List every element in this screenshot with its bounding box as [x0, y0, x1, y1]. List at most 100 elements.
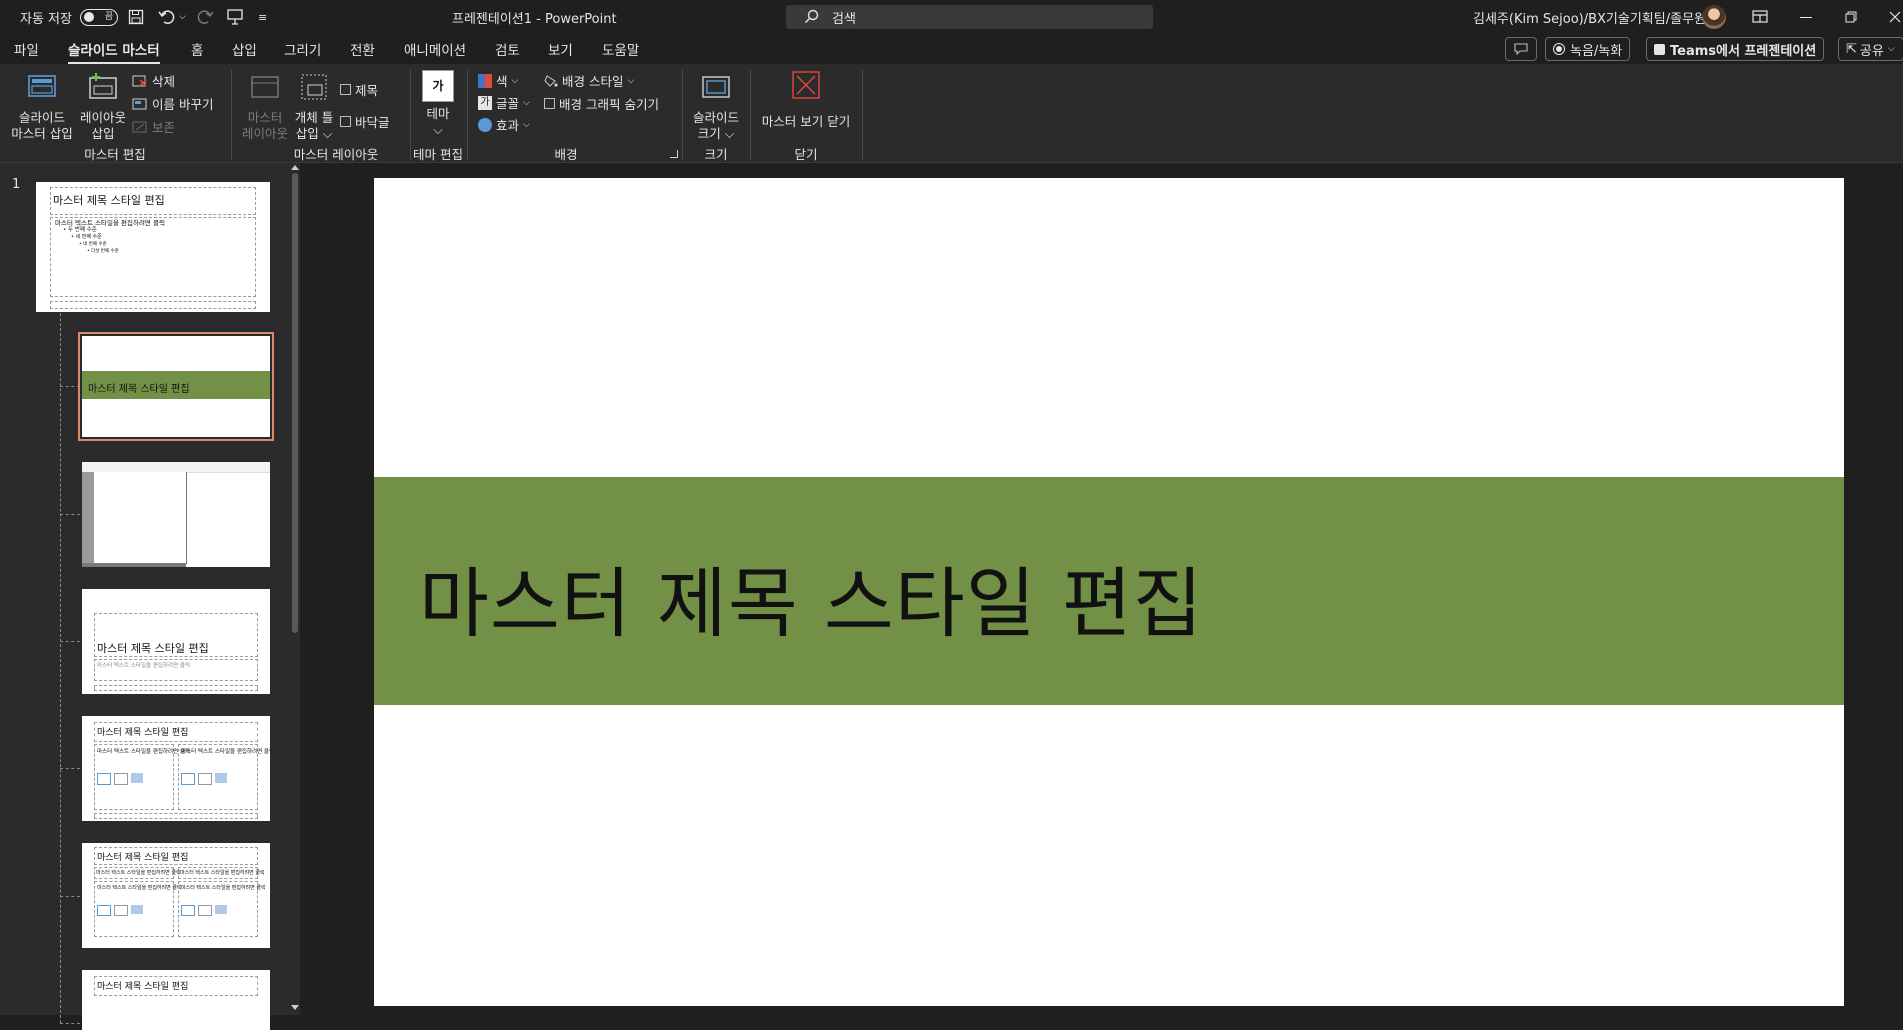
slide-thumbnail-pane: 1 마스터 제목 스타일 편집 마스터 텍스트 스타일을 편집하려면 클릭 • …	[0, 163, 300, 1030]
layout-thumbnail-two-content[interactable]: 마스터 제목 스타일 편집 마스터 텍스트 스타일을 편집하려면 클릭 마스터 …	[82, 716, 270, 821]
effects-button[interactable]: 효과 ⌵	[478, 115, 530, 134]
hide-background-graphics-checkbox[interactable]: 배경 그래픽 숨기기	[544, 94, 659, 113]
undo-icon[interactable]	[158, 0, 176, 34]
slide-title-placeholder[interactable]: 마스터 제목 스타일 편집	[419, 542, 1204, 652]
tab-view[interactable]: 보기	[548, 39, 573, 59]
scroll-up-icon[interactable]	[291, 165, 299, 170]
layout-thumbnail-comparison[interactable]: 마스터 제목 스타일 편집 마스터 텍스트 스타일을 편집하려면 클릭 마스터 …	[82, 843, 270, 948]
share-button[interactable]: ⇱ 공유 ⌵	[1838, 37, 1903, 61]
preserve-button[interactable]: 보존	[132, 117, 175, 136]
insert-layout-button[interactable]: 레이아웃 삽입	[76, 72, 130, 142]
user-name[interactable]: 김세주(Kim Sejoo)/BX기술기획팀/졸무원	[1473, 0, 1706, 34]
title-checkbox[interactable]: 제목	[340, 80, 378, 99]
insert-slide-master-button[interactable]: 슬라이드 마스터 삽입	[6, 72, 78, 142]
master-layout-icon	[251, 76, 279, 98]
title-bar: 자동 저장 끔 ⌵ ≡ 프레젠테이션1 - PowerPoint 검색 김세주(…	[0, 0, 1903, 34]
record-icon	[1553, 43, 1565, 55]
autosave-toggle[interactable]: 끔	[80, 0, 118, 34]
ribbon-separator	[862, 70, 863, 160]
insert-placeholder-button[interactable]: 개체 틀 삽입 ⌵	[292, 72, 336, 142]
background-styles-button[interactable]: 배경 스타일 ⌵	[544, 71, 634, 90]
themes-button[interactable]: 가 테마 ⌵	[416, 70, 460, 138]
ribbon-tabs: 파일 슬라이드 마스터 홈 삽입 그리기 전환 애니메이션 검토 보기 도움말 …	[0, 34, 1903, 65]
tab-help[interactable]: 도움말	[602, 39, 639, 59]
slide-number: 1	[12, 177, 21, 192]
colors-button[interactable]: 색 ⌵	[478, 71, 518, 90]
slide-master-icon	[28, 75, 56, 97]
ribbon: 슬라이드 마스터 삽입 레이아웃 삽입 삭제 이름 바꾸기 보존 마스터 편집 마스…	[0, 64, 1903, 163]
preserve-icon	[132, 121, 147, 132]
record-button[interactable]: 녹음/녹화	[1545, 37, 1631, 61]
rename-button[interactable]: 이름 바꾸기	[132, 94, 213, 113]
comparison-thumbnail-title: 마스터 제목 스타일 편집	[97, 853, 189, 863]
document-title: 프레젠테이션1 - PowerPoint	[452, 11, 617, 27]
tab-home[interactable]: 홈	[191, 39, 203, 59]
delete-button[interactable]: 삭제	[132, 71, 175, 90]
tab-file[interactable]: 파일	[14, 39, 39, 59]
close-master-view-button[interactable]: 마스터 보기 닫기	[756, 70, 856, 130]
tab-draw[interactable]: 그리기	[284, 39, 321, 59]
slideshow-icon[interactable]	[226, 0, 244, 34]
group-label-master-layout: 마스터 레이아웃	[293, 147, 379, 162]
layout-thumbnail-title-only[interactable]: 마스터 제목 스타일 편집	[82, 970, 270, 1030]
ribbon-display-icon[interactable]	[1752, 0, 1768, 34]
avatar[interactable]	[1702, 0, 1726, 34]
group-label-master-edit: 마스터 편집	[84, 147, 146, 162]
slide[interactable]: 마스터 제목 스타일 편집	[374, 178, 1844, 1006]
hide-bg-checkbox-box[interactable]	[544, 98, 555, 109]
master-thumbnail-title: 마스터 제목 스타일 편집	[53, 194, 165, 207]
teams-present-button[interactable]: Teams에서 프레젠테이션	[1646, 37, 1825, 61]
save-icon[interactable]	[128, 0, 144, 34]
scrollbar-thumb[interactable]	[292, 173, 298, 633]
title-checkbox-box[interactable]	[340, 84, 351, 95]
tab-insert[interactable]: 삽입	[232, 39, 257, 59]
fonts-button[interactable]: 가 글꼴 ⌵	[478, 93, 530, 112]
undo-dropdown-icon[interactable]: ⌵	[179, 0, 186, 34]
layout-thumbnail-section[interactable]: 마스터 제목 스타일 편집 마스터 텍스트 스타일을 편집하려면 클릭	[82, 589, 270, 694]
slide-size-button[interactable]: 슬라이드 크기 ⌵	[688, 72, 744, 142]
comparison-left-text: 마스터 텍스트 스타일을 편집하려면 클릭	[97, 885, 182, 891]
tab-transitions[interactable]: 전환	[350, 39, 375, 59]
customize-toolbar-icon[interactable]: ≡	[258, 0, 267, 34]
placeholder-icon	[301, 74, 327, 100]
search-input[interactable]: 검색	[786, 5, 1153, 29]
master-thumbnail-body-line: • 네 번째 수준	[79, 242, 107, 247]
close-master-icon	[792, 71, 820, 99]
master-thumbnail[interactable]: 마스터 제목 스타일 편집 마스터 텍스트 스타일을 편집하려면 클릭 • 두 …	[36, 182, 270, 312]
two-content-left-text: 마스터 텍스트 스타일을 편집하려면 클릭	[97, 749, 191, 755]
close-window-icon[interactable]	[1889, 0, 1901, 34]
scroll-down-icon[interactable]	[291, 1005, 299, 1010]
restore-icon[interactable]	[1845, 0, 1857, 34]
section-thumbnail-title: 마스터 제목 스타일 편집	[97, 642, 209, 655]
footer-checkbox[interactable]: 바닥글	[340, 112, 390, 131]
layout-thumbnail-content[interactable]	[82, 462, 270, 567]
tab-slide-master[interactable]: 슬라이드 마스터	[68, 39, 160, 65]
comment-icon	[1514, 43, 1528, 55]
footer-checkbox-box[interactable]	[340, 116, 351, 127]
effects-icon	[478, 117, 492, 132]
title-only-thumbnail-title: 마스터 제목 스타일 편집	[97, 982, 189, 992]
layout-thumbnail-title-text: 마스터 제목 스타일 편집	[88, 384, 190, 395]
comparison-right-text: 마스터 텍스트 스타일을 편집하려면 클릭	[181, 885, 266, 891]
layout-icon	[89, 73, 117, 99]
record-label: 녹음/녹화	[1570, 43, 1623, 59]
tab-animations[interactable]: 애니메이션	[404, 39, 466, 59]
group-label-close: 닫기	[794, 147, 818, 162]
colors-icon	[478, 73, 492, 88]
background-dialog-launcher-icon[interactable]	[670, 150, 678, 158]
minimize-icon[interactable]	[1800, 0, 1812, 34]
tab-review[interactable]: 검토	[495, 39, 520, 59]
comments-button[interactable]	[1505, 37, 1537, 61]
delete-icon	[132, 75, 147, 87]
layout-thumbnail-title[interactable]: 마스터 제목 스타일 편집	[78, 332, 274, 441]
master-thumbnail-body-line: • 다섯 번째 수준	[87, 249, 119, 254]
tree-connector	[60, 283, 61, 1023]
thumbnail-scrollbar[interactable]	[289, 163, 300, 1015]
tree-connector	[60, 1023, 80, 1024]
share-icon: ⇱	[1846, 41, 1857, 57]
group-label-size: 크기	[704, 147, 728, 162]
autosave-label: 자동 저장	[20, 11, 72, 27]
comparison-right-header: 마스터 텍스트 스타일을 편집하려면 클릭	[180, 870, 265, 876]
group-label-theme-edit: 테마 편집	[413, 147, 463, 162]
master-layout-button[interactable]: 마스터 레이아웃	[240, 72, 290, 142]
